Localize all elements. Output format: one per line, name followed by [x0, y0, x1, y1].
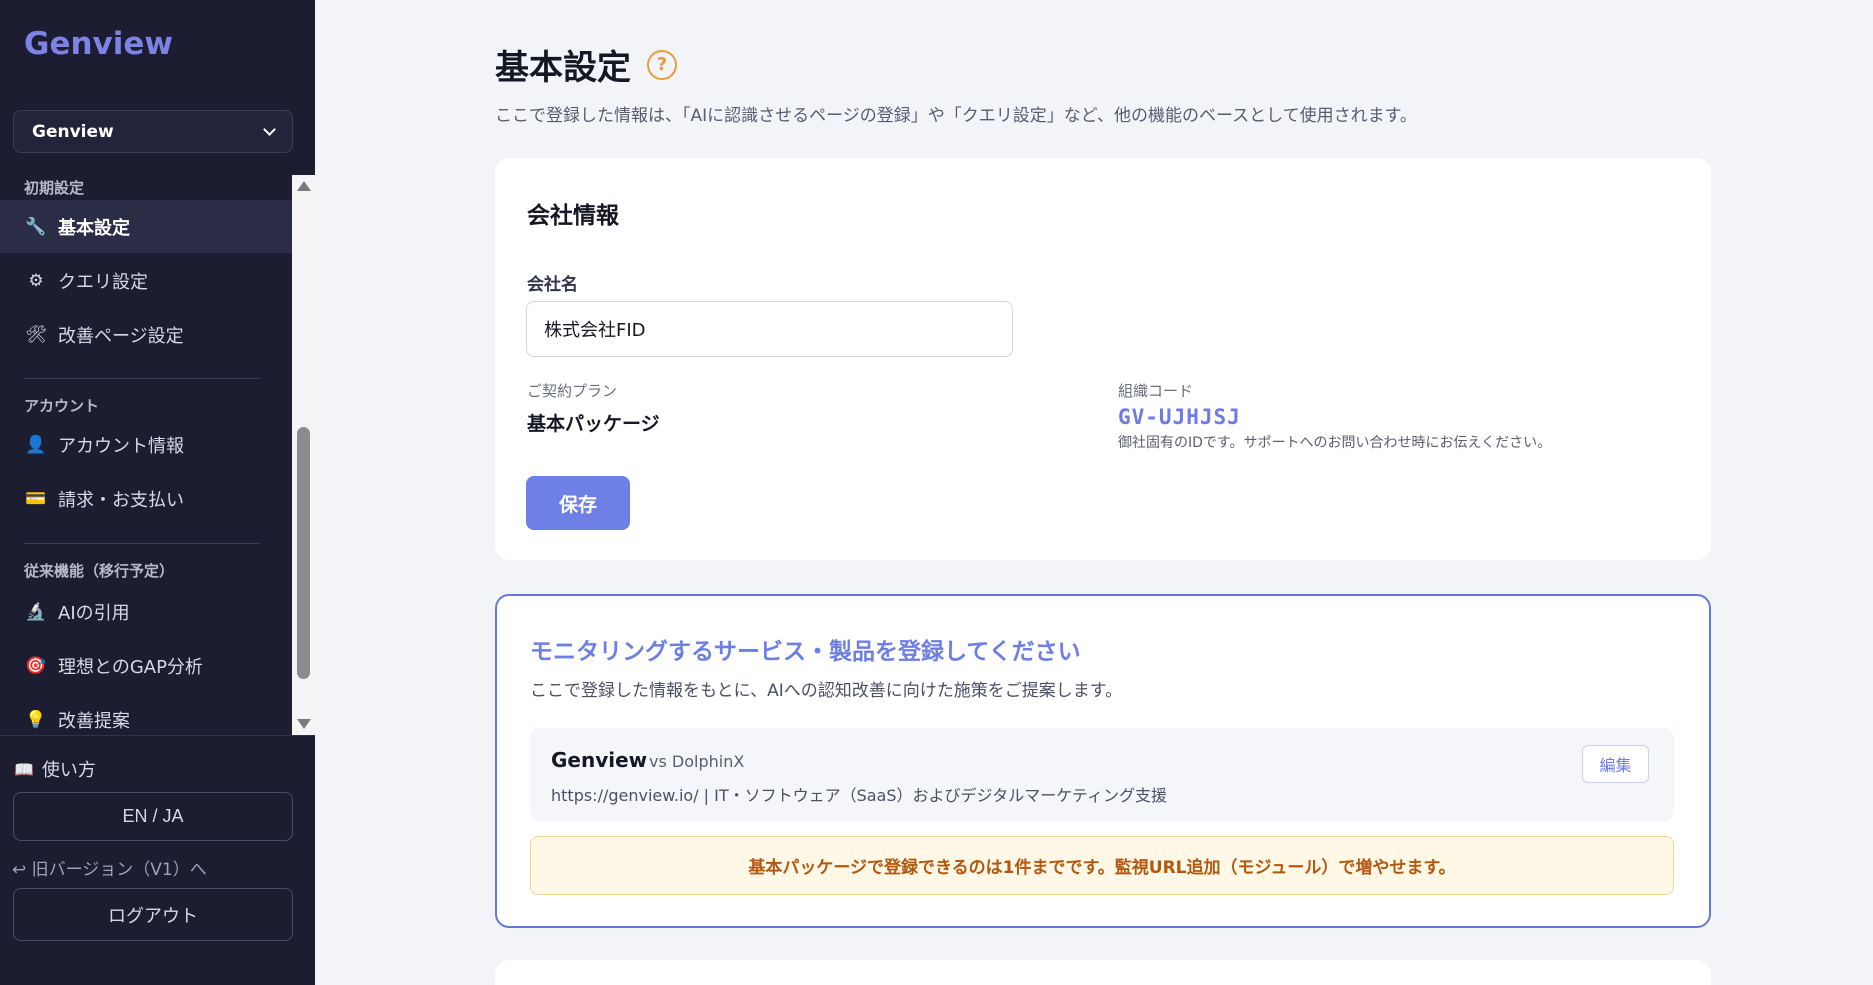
book-icon: 📖	[14, 759, 34, 779]
sidebar-item-basic-settings[interactable]: 🔧 基本設定	[0, 200, 292, 253]
section-label-legacy: 従来機能（移行予定）	[24, 562, 175, 580]
main-content: 基本設定 ? ここで登録した情報は、「AIに認識させるページの登録」や「クエリ設…	[315, 0, 1873, 985]
plan-limit-notice: 基本パッケージで登録できるのは1件までです。監視URL追加（モジュール）で増やせ…	[530, 836, 1674, 895]
target-icon: 🎯	[25, 655, 47, 676]
sidebar-item-billing[interactable]: 💳 請求・お支払い	[0, 472, 292, 525]
chevron-down-icon	[263, 122, 276, 136]
company-info-card: 会社情報 会社名 ご契約プラン 基本パッケージ 組織コード GV-UJHJSJ …	[495, 158, 1711, 560]
plan-label: ご契約プラン	[527, 382, 618, 400]
microscope-icon: 🔬	[25, 601, 47, 622]
howto-label: 使い方	[41, 760, 96, 781]
credit-card-icon: 💳	[25, 488, 47, 509]
monitoring-card: モニタリングするサービス・製品を登録してください ここで登録した情報をもとに、A…	[495, 594, 1711, 928]
sidebar-item-label: 改善提案	[58, 710, 130, 732]
sidebar-item-query-settings[interactable]: ⚙ クエリ設定	[0, 254, 292, 307]
sidebar-item-improvement-proposals[interactable]: 💡 改善提案	[0, 693, 292, 735]
plan-value: 基本パッケージ	[527, 413, 660, 435]
divider	[24, 543, 260, 544]
company-name-input[interactable]	[526, 301, 1013, 357]
scroll-thumb[interactable]	[297, 427, 310, 679]
user-icon: 👤	[25, 434, 47, 455]
edit-service-button[interactable]: 編集	[1582, 745, 1649, 783]
language-toggle-button[interactable]: EN / JA	[13, 792, 293, 841]
service-item: Genview vs DolphinX https://genview.io/ …	[530, 728, 1674, 821]
sidebar-item-label: AIの引用	[58, 602, 130, 624]
divider	[24, 378, 260, 379]
divider	[0, 735, 315, 736]
next-card	[495, 960, 1711, 985]
lightbulb-icon: 💡	[25, 709, 47, 730]
howto-link[interactable]: 📖 使い方	[14, 756, 96, 782]
org-code-label: 組織コード	[1118, 382, 1194, 400]
sidebar-nav: 初期設定 🔧 基本設定 ⚙ クエリ設定 🛠 改善ページ設定 アカウント 👤 アカ…	[0, 175, 292, 735]
gear-icon: ⚙	[28, 270, 44, 291]
brand-logo: Genview	[24, 26, 174, 62]
sidebar-item-label: 理想とのGAP分析	[58, 656, 203, 678]
sidebar-item-gap-analysis[interactable]: 🎯 理想とのGAP分析	[0, 639, 292, 692]
sidebar-item-label: 改善ページ設定	[58, 325, 184, 347]
sidebar-scrollbar[interactable]	[292, 175, 315, 735]
sidebar-item-account-info[interactable]: 👤 アカウント情報	[0, 418, 292, 471]
sidebar: Genview Genview 初期設定 🔧 基本設定 ⚙ クエリ設定 🛠 改善…	[0, 0, 315, 985]
wrench-icon: 🔧	[25, 216, 47, 237]
old-version-link[interactable]: ↩ 旧バージョン（V1）へ	[12, 855, 207, 880]
help-icon[interactable]: ?	[647, 49, 677, 80]
service-name: Genview	[551, 748, 648, 772]
service-meta: https://genview.io/ | IT・ソフトウェア（SaaS）および…	[551, 786, 1167, 805]
org-code-value: GV-UJHJSJ	[1118, 405, 1241, 429]
monitoring-description: ここで登録した情報をもとに、AIへの認知改善に向けた施策をご提案します。	[530, 681, 1123, 701]
sidebar-item-label: クエリ設定	[58, 271, 148, 293]
project-select-value: Genview	[32, 121, 114, 142]
scroll-up-arrow-icon[interactable]	[297, 181, 311, 191]
section-label-account: アカウント	[24, 397, 100, 415]
scroll-down-arrow-icon[interactable]	[297, 719, 311, 729]
sidebar-item-ai-citation[interactable]: 🔬 AIの引用	[0, 585, 292, 638]
save-button[interactable]: 保存	[526, 476, 630, 530]
tools-icon: 🛠	[25, 324, 47, 345]
project-select[interactable]: Genview	[13, 110, 293, 153]
sidebar-item-label: アカウント情報	[58, 435, 184, 457]
sidebar-item-label: 基本設定	[58, 217, 130, 239]
page-title-text: 基本設定	[495, 48, 631, 88]
sidebar-item-improvement-page-settings[interactable]: 🛠 改善ページ設定	[0, 308, 292, 361]
logout-button[interactable]: ログアウト	[13, 888, 293, 941]
service-competitor: vs DolphinX	[649, 752, 745, 771]
monitoring-title: モニタリングするサービス・製品を登録してください	[530, 639, 1081, 665]
sidebar-item-label: 請求・お支払い	[58, 489, 184, 511]
org-code-note: 御社固有のIDです。サポートへのお問い合わせ時にお伝えください。	[1118, 435, 1552, 451]
company-info-title: 会社情報	[527, 203, 619, 229]
page-title: 基本設定 ?	[495, 40, 677, 89]
page-description: ここで登録した情報は、「AIに認識させるページの登録」や「クエリ設定」など、他の…	[495, 106, 1417, 126]
company-name-label: 会社名	[527, 275, 578, 295]
section-label-initial-settings: 初期設定	[24, 179, 85, 197]
